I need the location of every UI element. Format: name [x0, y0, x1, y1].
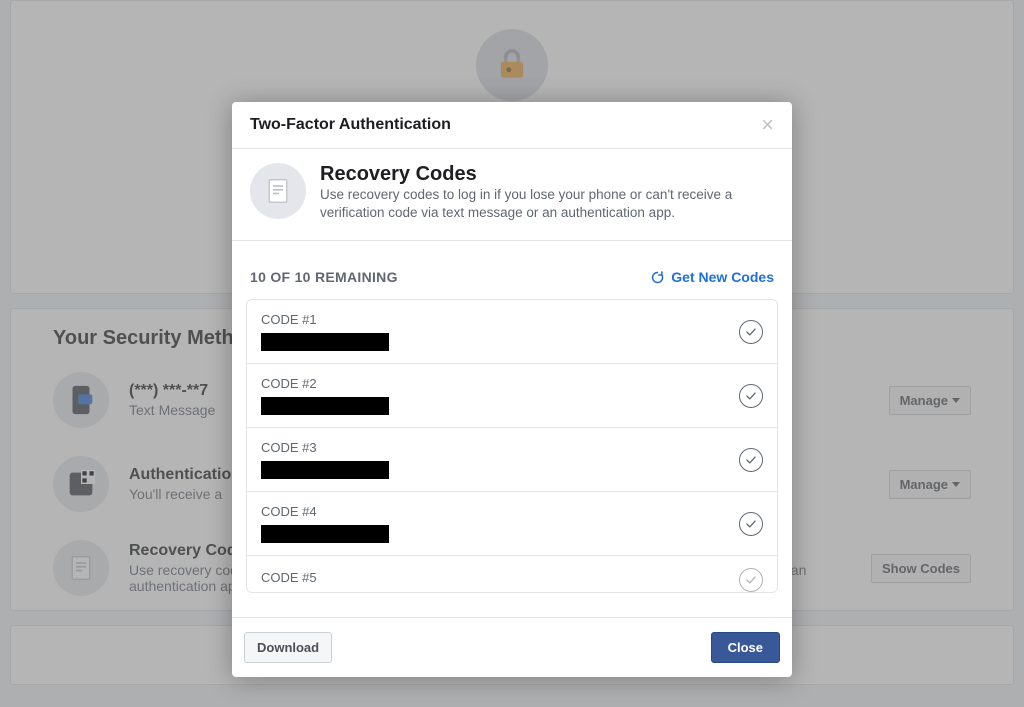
modal-title: Two-Factor Authentication	[250, 116, 451, 134]
close-button[interactable]: Close	[711, 632, 780, 663]
code-row: CODE #4	[247, 492, 777, 556]
modal-overlay: Two-Factor Authentication × Recovery Cod…	[0, 0, 1024, 707]
modal-header: Two-Factor Authentication ×	[232, 102, 792, 149]
codes-list: CODE #1 CODE #2 CODE #3	[246, 299, 778, 593]
notepad-icon	[250, 163, 306, 219]
code-label: CODE #4	[261, 504, 389, 519]
close-icon[interactable]: ×	[761, 114, 774, 136]
download-button[interactable]: Download	[244, 632, 332, 663]
code-label: CODE #5	[261, 570, 317, 585]
checkmark-icon	[739, 512, 763, 536]
code-row: CODE #3	[247, 428, 777, 492]
code-label: CODE #2	[261, 376, 389, 391]
checkmark-icon	[739, 384, 763, 408]
code-row: CODE #2	[247, 364, 777, 428]
code-value-redacted	[261, 333, 389, 351]
code-row: CODE #5	[247, 556, 777, 592]
code-label: CODE #1	[261, 312, 389, 327]
recovery-codes-modal: Two-Factor Authentication × Recovery Cod…	[232, 102, 792, 677]
info-description: Use recovery codes to log in if you lose…	[320, 186, 774, 222]
code-value-redacted	[261, 525, 389, 543]
modal-footer: Download Close	[232, 617, 792, 677]
code-row: CODE #1	[247, 300, 777, 364]
checkmark-icon	[739, 448, 763, 472]
codes-remaining: 10 OF 10 REMAINING	[250, 269, 398, 285]
info-title: Recovery Codes	[320, 163, 774, 186]
code-value-redacted	[261, 397, 389, 415]
code-value-redacted	[261, 461, 389, 479]
checkmark-icon	[739, 320, 763, 344]
checkmark-icon	[739, 568, 763, 592]
codes-status-bar: 10 OF 10 REMAINING Get New Codes	[232, 241, 792, 299]
get-new-codes-link[interactable]: Get New Codes	[650, 269, 774, 285]
code-label: CODE #3	[261, 440, 389, 455]
modal-info: Recovery Codes Use recovery codes to log…	[232, 149, 792, 241]
refresh-icon	[650, 270, 665, 285]
